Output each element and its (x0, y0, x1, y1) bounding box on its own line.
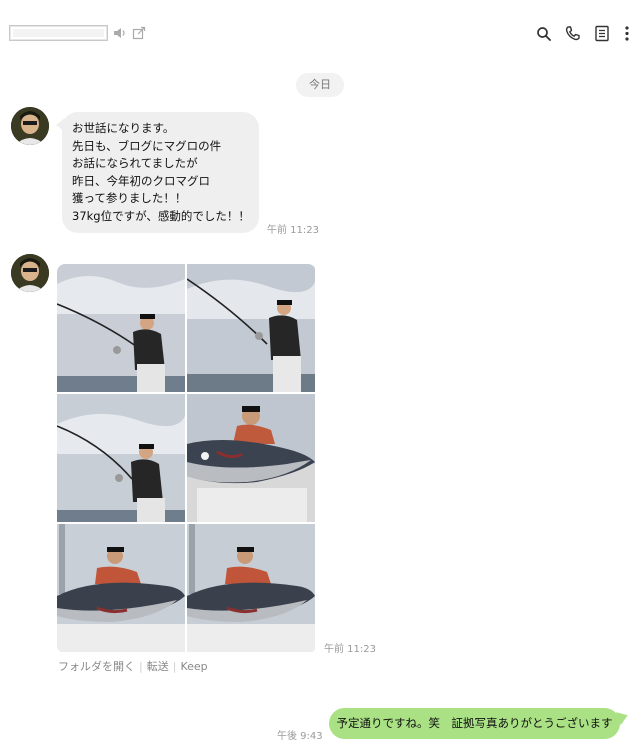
speaker-icon[interactable] (113, 26, 127, 40)
chat-title-field (9, 25, 108, 41)
date-separator: 今日 (296, 73, 344, 97)
avatar[interactable] (11, 107, 49, 145)
search-icon[interactable] (536, 26, 552, 42)
message-text: 予定通りですね。笑 証拠写真ありがとうございます (336, 716, 613, 730)
avatar[interactable] (11, 254, 49, 292)
message-timestamp: 午前 11:23 (267, 225, 319, 236)
open-folder-link[interactable]: フォルダを開く (58, 660, 135, 673)
photo-thumbnail[interactable] (187, 394, 315, 522)
message-line: 昨日、今年初のクロマグロ (72, 173, 210, 188)
photo-thumbnail[interactable] (57, 524, 185, 652)
message-line: お話になられてましたが (72, 156, 198, 170)
photo-actions: フォルダを開く | 転送 | Keep (58, 660, 208, 673)
chat-header (0, 0, 639, 68)
notes-icon[interactable] (594, 25, 610, 42)
phone-icon[interactable] (564, 25, 581, 42)
forward-link[interactable]: 転送 (147, 660, 169, 673)
message-line: 獲って参りました！！ (72, 191, 187, 205)
popout-icon[interactable] (132, 26, 146, 40)
message-timestamp: 午後 9:43 (277, 731, 323, 742)
message-line: お世話になります。 (72, 121, 175, 135)
message-line: 37kg位ですが、感動的でした！！ (72, 208, 250, 223)
outgoing-message-bubble: 予定通りですね。笑 証拠写真ありがとうございます (329, 708, 631, 739)
photo-grid (57, 264, 316, 653)
photo-thumbnail[interactable] (187, 264, 315, 392)
more-icon[interactable] (624, 25, 630, 42)
photo-thumbnail[interactable] (57, 394, 185, 522)
incoming-message-bubble: お世話になります。 先日も、ブログにマグロの件 お話になられてましたが 昨日、今… (56, 112, 259, 233)
message-line: 先日も、ブログにマグロの件 (72, 138, 222, 153)
photo-thumbnail[interactable] (57, 264, 185, 392)
keep-link[interactable]: Keep (180, 660, 207, 673)
message-timestamp: 午前 11:23 (324, 644, 376, 655)
photo-thumbnail[interactable] (187, 524, 315, 652)
